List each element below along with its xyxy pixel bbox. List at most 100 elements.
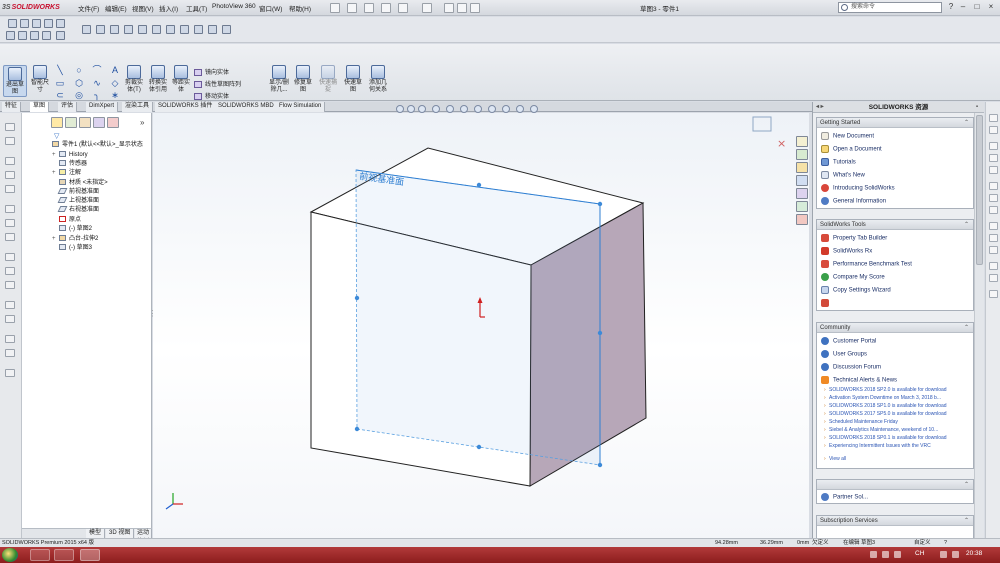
tool-1-icon[interactable] xyxy=(989,114,998,122)
tree-item-history[interactable]: + History xyxy=(52,151,88,159)
whats-new-link[interactable]: What's New xyxy=(821,171,865,180)
compare-score-link[interactable]: Compare My Score xyxy=(821,273,885,282)
move-entities-button[interactable]: 移动实体 xyxy=(194,91,229,100)
tool-3-icon[interactable] xyxy=(989,142,998,150)
news-item[interactable]: SOLIDWORKS 2018 SP1.0 is available for d… xyxy=(824,403,947,410)
tab-flow-simulation[interactable]: Flow Simulation xyxy=(276,102,326,112)
measure-icon[interactable] xyxy=(96,25,105,34)
loft-icon[interactable] xyxy=(5,171,15,179)
tool-9-icon[interactable] xyxy=(989,222,998,230)
task-pane-scrollbar[interactable] xyxy=(974,113,984,543)
revolve-boss-icon[interactable] xyxy=(5,137,15,145)
extra-tool-link[interactable] xyxy=(821,299,833,308)
collapse-icon[interactable]: ⌃ xyxy=(964,480,969,490)
menu-insert[interactable]: 插入(I) xyxy=(159,3,178,13)
news-item[interactable]: Activation System Downtime on March 3, 2… xyxy=(824,395,941,402)
display-delete-relations-button[interactable]: 显示/删 除几... xyxy=(266,65,292,94)
rotate-icon[interactable] xyxy=(6,31,15,40)
edit-appearance-icon[interactable] xyxy=(502,105,510,113)
dynamic-annotation-icon[interactable] xyxy=(446,105,454,113)
extrude-boss-icon[interactable] xyxy=(5,123,15,131)
unit-system[interactable]: 自定义 xyxy=(914,539,931,547)
undo-icon[interactable] xyxy=(398,3,408,13)
tree-item-origin[interactable]: 原点 xyxy=(59,216,81,224)
menu-view[interactable]: 视图(V) xyxy=(132,3,154,13)
menu-file[interactable]: 文件(F) xyxy=(78,3,99,13)
reference-geometry-icon[interactable] xyxy=(138,25,147,34)
general-information-link[interactable]: General Information xyxy=(821,197,886,206)
apply-scene-icon[interactable] xyxy=(516,105,524,113)
rib-icon[interactable] xyxy=(5,281,15,289)
quick-snaps-button[interactable]: 快速捕 捉 xyxy=(317,65,339,94)
hide-show-items-icon[interactable] xyxy=(488,105,496,113)
sketch-plane-outline[interactable] xyxy=(355,169,601,466)
solidworks-taskbar-icon[interactable] xyxy=(80,549,100,561)
expand-toggle[interactable]: + xyxy=(52,151,58,159)
tool-13-icon[interactable] xyxy=(989,274,998,282)
tray-icon[interactable] xyxy=(870,551,877,558)
evaluate-icon[interactable] xyxy=(124,25,133,34)
add-relation-button[interactable]: 添加几 何关系 xyxy=(366,65,390,94)
sweep-icon[interactable] xyxy=(5,157,15,165)
network-icon[interactable] xyxy=(952,551,959,558)
discussion-forum-link[interactable]: Discussion Forum xyxy=(821,363,881,372)
model-viewport[interactable]: 前视基准面 × xyxy=(153,113,809,543)
technical-alerts-link[interactable]: Technical Alerts & News xyxy=(821,376,897,385)
tree-item-boss-extrude2[interactable]: + 凸台-拉伸2 xyxy=(52,235,98,243)
fillet-feature-icon[interactable] xyxy=(5,253,15,261)
introducing-solidworks-link[interactable]: Introducing SolidWorks xyxy=(821,184,895,193)
plane-handle-bottom[interactable] xyxy=(476,444,482,450)
tree-item-top-plane[interactable]: 上视基准面 xyxy=(57,197,99,205)
spline-icon[interactable]: ∿ xyxy=(92,79,102,88)
news-item[interactable]: Experiencing Intermittent Issues with th… xyxy=(824,443,931,450)
rectangle-icon[interactable]: ▭ xyxy=(55,79,65,88)
tree-item-part[interactable]: 零件1 (默认<<默认>_显示状态 xyxy=(52,141,143,149)
curves-icon[interactable] xyxy=(152,25,161,34)
collapse-icon[interactable]: ⌃ xyxy=(964,323,969,333)
input-method-indicator[interactable]: CH xyxy=(915,550,924,557)
dimension-icon[interactable] xyxy=(42,31,51,40)
mirror-entities-button[interactable]: 镜向实体 xyxy=(194,67,229,76)
start-button[interactable] xyxy=(2,548,18,562)
plane-icon[interactable]: ◇ xyxy=(110,79,120,88)
menu-photoview[interactable]: PhotoView 360 xyxy=(212,3,256,10)
point-icon[interactable]: ∗ xyxy=(110,91,120,100)
smart-dimension-button[interactable]: 智能尺 寸 xyxy=(29,65,51,94)
plane-handle-right[interactable] xyxy=(597,330,603,336)
panel-header[interactable]: ⌃ xyxy=(817,480,973,490)
tree-item-sketch2[interactable]: (-) 草图2 xyxy=(59,225,92,233)
macro-icon[interactable] xyxy=(208,25,217,34)
view-all-link[interactable]: View all xyxy=(824,456,846,463)
tool-4-icon[interactable] xyxy=(989,154,998,162)
boundary-icon[interactable] xyxy=(5,185,15,193)
ellipse-icon[interactable]: ◎ xyxy=(74,91,84,100)
expand-panel-icon[interactable]: » xyxy=(140,118,144,127)
tool-8-icon[interactable] xyxy=(989,206,998,214)
plane-handle-left[interactable] xyxy=(354,295,360,301)
arc-icon[interactable]: ⌒ xyxy=(92,66,102,75)
design-library-tab-icon[interactable] xyxy=(796,149,808,160)
plane-handle-corner-bottom[interactable] xyxy=(597,462,603,468)
expand-toggle[interactable]: + xyxy=(52,169,58,177)
new-document-link[interactable]: New Document xyxy=(821,132,874,141)
tool-10-icon[interactable] xyxy=(989,234,998,242)
copy-settings-wizard-link[interactable]: Copy Settings Wizard xyxy=(821,286,891,295)
plane-handle-top[interactable] xyxy=(476,182,482,188)
solidworks-logo[interactable]: 3SSOLIDWORKS xyxy=(2,2,66,14)
help-status-icon[interactable]: ? xyxy=(944,539,947,547)
open-document-link[interactable]: Open a Document xyxy=(821,145,882,154)
feature-tree-tab-icon[interactable] xyxy=(51,117,63,128)
partner-solutions-link[interactable]: Partner Sol... xyxy=(821,493,868,502)
news-item[interactable]: SOLIDWORKS 2018 SP0.1 is available for d… xyxy=(824,435,947,442)
news-item[interactable]: SOLIDWORKS 2017 SP5.0 is available for d… xyxy=(824,411,947,418)
revolve-cut-icon[interactable] xyxy=(5,233,15,241)
polygon-icon[interactable]: ⬡ xyxy=(74,79,84,88)
minimize-button[interactable]: – xyxy=(958,2,968,12)
pan-icon[interactable] xyxy=(18,31,27,40)
news-item[interactable]: SOLIDWORKS 2018 SP2.0 is available for d… xyxy=(824,387,947,394)
tree-item-right-plane[interactable]: 右视基准面 xyxy=(57,206,99,214)
expand-toggle[interactable]: + xyxy=(52,235,58,243)
menu-help[interactable]: 帮助(H) xyxy=(289,3,311,13)
rebuild-icon[interactable] xyxy=(444,3,454,13)
tool-11-icon[interactable] xyxy=(989,246,998,254)
